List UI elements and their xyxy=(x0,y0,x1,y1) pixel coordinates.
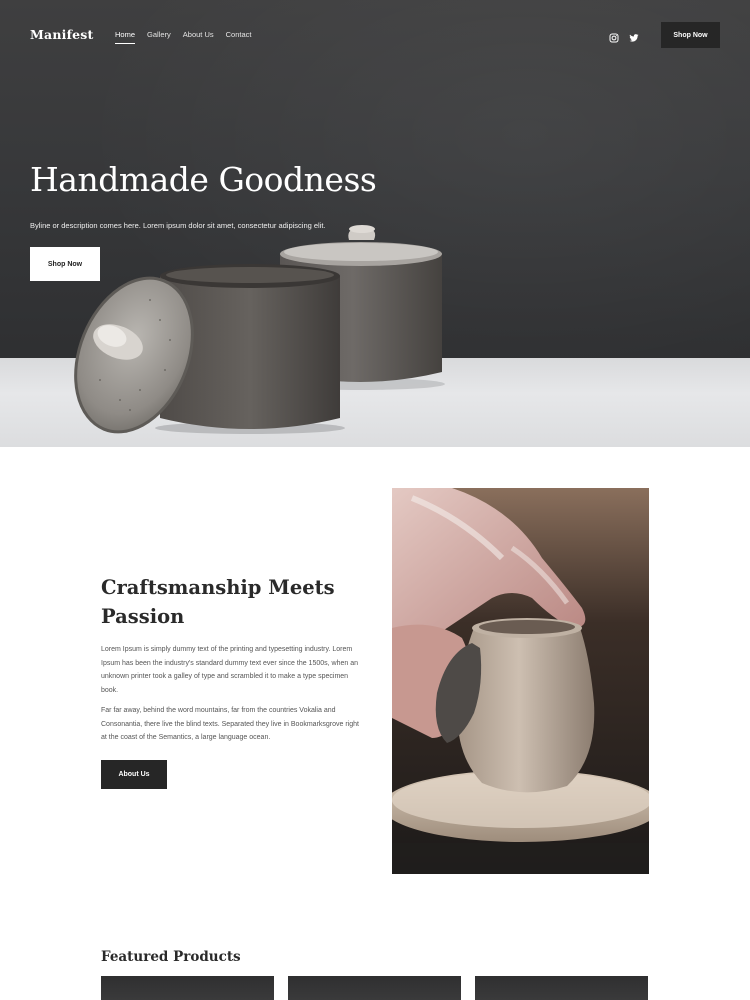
hero-byline: Byline or description comes here. Lorem … xyxy=(30,221,326,230)
nav-link-home[interactable]: Home xyxy=(115,30,136,44)
about-title: Craftsmanship Meets Passion xyxy=(101,573,351,631)
about-title-line2: Passion xyxy=(101,605,185,628)
about-us-button[interactable]: About Us xyxy=(101,760,167,789)
instagram-icon[interactable] xyxy=(609,30,619,43)
hero-section: Manifest Home Gallery About Us Contact S… xyxy=(0,0,750,447)
nav-links: Home Gallery About Us Contact xyxy=(115,30,252,44)
nav-link-about-us[interactable]: About Us xyxy=(183,30,214,43)
nav-link-gallery[interactable]: Gallery xyxy=(147,30,171,43)
hero-title: Handmade Goodness xyxy=(30,160,377,199)
nav-link-contact[interactable]: Contact xyxy=(226,30,252,43)
about-paragraph-1: Lorem Ipsum is simply dummy text of the … xyxy=(101,646,358,694)
twitter-icon[interactable] xyxy=(629,30,639,42)
hero-shop-now-button[interactable]: Shop Now xyxy=(30,247,100,281)
social-links xyxy=(609,30,639,43)
product-card[interactable] xyxy=(288,976,461,1000)
product-card[interactable] xyxy=(475,976,648,1000)
pottery-wheel-photo xyxy=(392,488,649,874)
top-navigation: Manifest Home Gallery About Us Contact S… xyxy=(0,0,750,70)
site-logo[interactable]: Manifest xyxy=(30,27,94,42)
about-paragraph-2: Far far away, behind the word mountains,… xyxy=(101,707,359,741)
nav-shop-now-button[interactable]: Shop Now xyxy=(661,22,720,48)
featured-products-title: Featured Products xyxy=(101,949,241,965)
about-title-line1: Craftsmanship Meets xyxy=(101,576,335,599)
product-card[interactable] xyxy=(101,976,274,1000)
